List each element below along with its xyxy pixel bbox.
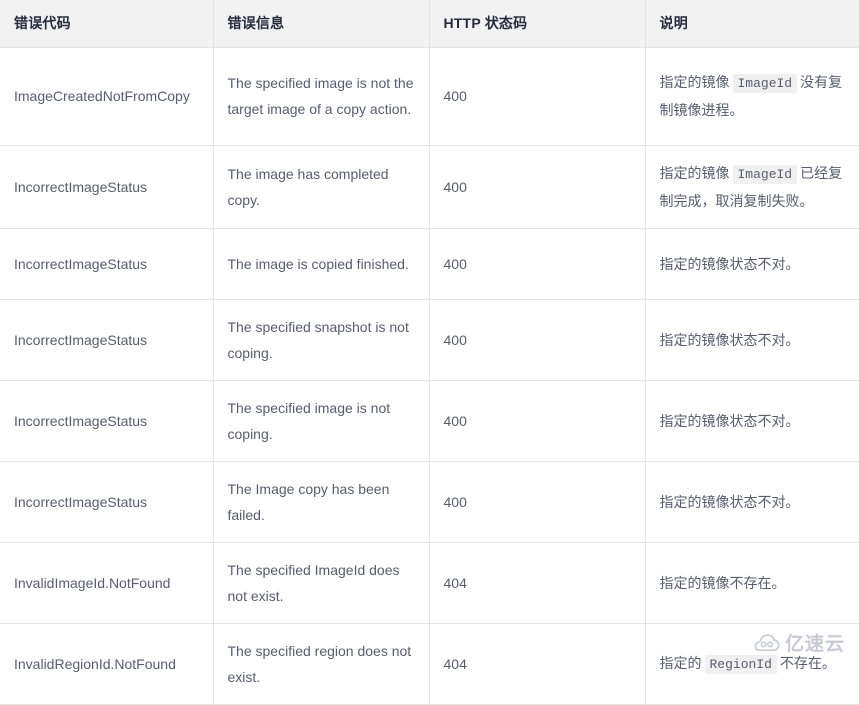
- cell-description: 指定的镜像 ImageId 没有复制镜像进程。: [645, 47, 859, 146]
- description-inline-code: ImageId: [732, 74, 798, 93]
- cell-error-code: IncorrectImageStatus: [0, 380, 214, 462]
- cell-http-status: 400: [429, 380, 646, 462]
- error-code-table: 错误代码 错误信息 HTTP 状态码 说明 ImageCreatedNotFro…: [0, 0, 859, 705]
- cell-error-message: The Image copy has been failed.: [213, 461, 430, 543]
- cell-description: 指定的镜像状态不对。: [645, 228, 859, 300]
- cell-error-message: The specified image is not the target im…: [213, 47, 430, 146]
- cell-error-code: IncorrectImageStatus: [0, 145, 214, 229]
- column-header-description: 说明: [645, 0, 859, 48]
- table-row: IncorrectImageStatus The specified image …: [0, 380, 859, 462]
- cell-description: 指定的 RegionId 不存在。: [645, 623, 859, 705]
- cell-error-code: ImageCreatedNotFromCopy: [0, 47, 214, 146]
- table-header: 错误代码 错误信息 HTTP 状态码 说明: [0, 0, 859, 48]
- cell-error-message: The specified image is not coping.: [213, 380, 430, 462]
- cell-error-message: The specified region does not exist.: [213, 623, 430, 705]
- description-text-trailing: 不存在。: [779, 654, 836, 671]
- cell-http-status: 404: [429, 542, 646, 624]
- description-inline-code: RegionId: [704, 654, 777, 674]
- cell-description: 指定的镜像状态不对。: [645, 461, 859, 543]
- description-inline-code: ImageId: [732, 164, 798, 184]
- description-text-leading: 指定的镜像状态不对。: [659, 255, 800, 272]
- cell-error-code: IncorrectImageStatus: [0, 228, 214, 300]
- cell-description: 指定的镜像不存在。: [645, 542, 859, 624]
- description-text-leading: 指定的镜像不存在。: [659, 574, 786, 591]
- cell-description: 指定的镜像状态不对。: [645, 299, 859, 381]
- column-header-http-status: HTTP 状态码: [429, 0, 646, 48]
- cell-http-status: 400: [429, 461, 646, 543]
- description-text-leading: 指定的镜像: [659, 74, 730, 90]
- cell-error-message: The specified snapshot is not coping.: [213, 299, 430, 381]
- cell-error-message: The image has completed copy.: [213, 145, 430, 229]
- table-body: ImageCreatedNotFromCopy The specified ima…: [0, 47, 859, 705]
- cell-error-code: IncorrectImageStatus: [0, 461, 214, 543]
- cell-description: 指定的镜像 ImageId 已经复制完成，取消复制失败。: [645, 145, 859, 229]
- description-text-leading: 指定的镜像状态不对。: [659, 331, 800, 348]
- table-row: IncorrectImageStatus The Image copy has b…: [0, 461, 859, 543]
- cell-http-status: 400: [429, 299, 646, 381]
- table-header-row: 错误代码 错误信息 HTTP 状态码 说明: [0, 0, 859, 48]
- column-header-error-code: 错误代码: [0, 0, 214, 48]
- description-text-leading: 指定的: [659, 654, 702, 671]
- description-text-leading: 指定的镜像状态不对。: [659, 493, 800, 510]
- cell-http-status: 400: [429, 228, 646, 300]
- cell-description: 指定的镜像状态不对。: [645, 380, 859, 462]
- table-row: IncorrectImageStatus The image is copied …: [0, 228, 859, 300]
- cell-error-code: InvalidImageId.NotFound: [0, 542, 214, 624]
- table-row: IncorrectImageStatus The image has comple…: [0, 145, 859, 229]
- description-text-leading: 指定的镜像: [659, 164, 730, 181]
- cell-error-code: InvalidRegionId.NotFound: [0, 623, 214, 705]
- cell-error-code: IncorrectImageStatus: [0, 299, 214, 381]
- cell-http-status: 404: [429, 623, 646, 705]
- table-row: ImageCreatedNotFromCopy The specified ima…: [0, 47, 859, 146]
- cell-http-status: 400: [429, 145, 646, 229]
- cell-error-message: The specified ImageId does not exist.: [213, 542, 430, 624]
- column-header-error-message: 错误信息: [213, 0, 430, 48]
- cell-http-status: 400: [429, 47, 646, 146]
- cell-error-message: The image is copied finished.: [213, 228, 430, 300]
- description-text-leading: 指定的镜像状态不对。: [659, 412, 800, 429]
- table-row: InvalidImageId.NotFound The specified Ima…: [0, 542, 859, 624]
- table-row: IncorrectImageStatus The specified snapsh…: [0, 299, 859, 381]
- table-row: InvalidRegionId.NotFound The specified re…: [0, 623, 859, 705]
